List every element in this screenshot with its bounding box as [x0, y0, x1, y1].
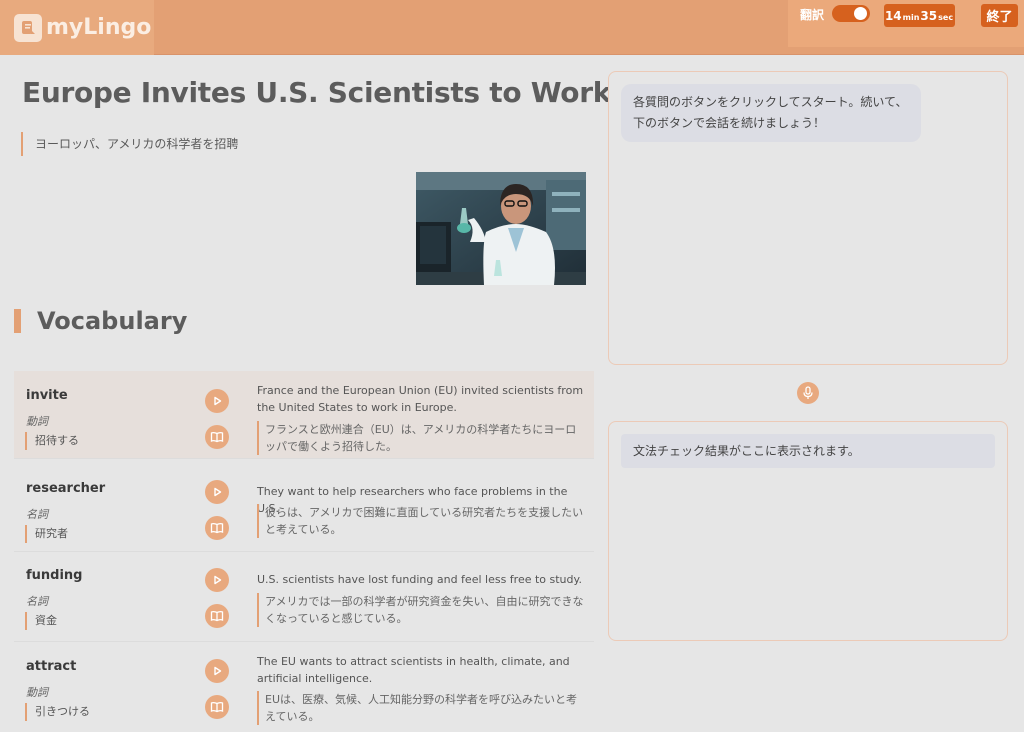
vocab-word: funding — [26, 568, 83, 583]
translate-label: 翻訳 — [800, 8, 825, 22]
book-icon — [210, 610, 224, 622]
vocab-part-of-speech: 名詞 — [26, 595, 48, 608]
play-icon — [214, 575, 222, 585]
conversation-panel[interactable]: 各質問のボタンをクリックしてスタート。続いて、下のボタンで会話を続けましょう！ — [608, 71, 1008, 365]
session-timer: 14 min 35 sec — [884, 4, 955, 27]
vocabulary-list: invite 動詞 招待する France and the European U… — [14, 371, 594, 732]
play-icon — [214, 396, 222, 406]
vocab-part-of-speech: 動詞 — [26, 415, 48, 428]
book-icon — [210, 701, 224, 713]
grammar-result: 文法チェック結果がここに表示されます。 — [621, 434, 995, 468]
vocab-word: attract — [26, 659, 77, 674]
translate-toggle[interactable] — [832, 5, 870, 22]
example-translation: EUは、医療、気候、人工知能分野の科学者を呼び込みたいと考えている。 — [257, 691, 587, 725]
article-title: Europe Invites U.S. Scientists to Work — [22, 76, 612, 109]
vocab-meaning: 招待する — [25, 432, 79, 450]
example-sentence: France and the European Union (EU) invit… — [257, 384, 584, 414]
grammar-check-panel: 文法チェック結果がここに表示されます。 — [608, 421, 1008, 641]
example-translation: アメリカでは一部の科学者が研究資金を失い、自由に研究できなくなっていると感じてい… — [257, 593, 587, 627]
microphone-icon — [803, 386, 813, 399]
play-icon — [214, 666, 222, 676]
vocab-row: invite 動詞 招待する France and the European U… — [14, 371, 594, 459]
vocabulary-title: Vocabulary — [37, 307, 188, 335]
book-icon — [210, 522, 224, 534]
app-logo[interactable]: myLingo — [0, 0, 154, 55]
timer-seconds: 35 — [920, 9, 938, 23]
vocab-meaning: 研究者 — [25, 525, 68, 543]
end-button[interactable]: 終了 — [981, 4, 1018, 27]
timer-minutes: 14 — [884, 9, 902, 23]
dictionary-button[interactable] — [205, 695, 229, 719]
app-name: myLingo — [46, 15, 152, 40]
example-translation: 彼らは、アメリカで困難に直面している研究者たちを支援したいと考えている。 — [257, 504, 587, 538]
timer-min-unit: min — [902, 13, 920, 22]
article-photo — [416, 172, 586, 285]
example-translation: フランスと欧州連合（EU）は、アメリカの科学者たちにヨーロッパで働くよう招待した… — [257, 421, 587, 455]
article-subtitle: ヨーロッパ、アメリカの科学者を招聘 — [21, 132, 238, 156]
vocab-part-of-speech: 名詞 — [26, 508, 48, 521]
dictionary-button[interactable] — [205, 604, 229, 628]
toggle-knob — [854, 7, 867, 20]
vocab-row: researcher 名詞 研究者 They want to help rese… — [14, 464, 594, 552]
vocab-word: researcher — [26, 481, 106, 496]
play-audio-button[interactable] — [205, 389, 229, 413]
dictionary-button[interactable] — [205, 516, 229, 540]
logo-icon — [14, 13, 42, 42]
heading-accent-bar — [14, 309, 21, 333]
dictionary-button[interactable] — [205, 425, 229, 449]
vocab-meaning: 引きつける — [25, 703, 90, 721]
vocab-word: invite — [26, 388, 68, 403]
vocab-row: funding 名詞 資金 U.S. scientists have lost … — [14, 554, 594, 642]
play-audio-button[interactable] — [205, 568, 229, 592]
play-icon — [214, 487, 222, 497]
vocab-meaning: 資金 — [25, 612, 57, 630]
example-sentence: The EU wants to attract scientists in he… — [257, 655, 570, 685]
book-icon — [210, 431, 224, 443]
example-sentence: U.S. scientists have lost funding and fe… — [257, 573, 582, 586]
timer-sec-unit: sec — [938, 13, 954, 22]
vocabulary-heading: Vocabulary — [14, 307, 188, 335]
vocab-row: attract 動詞 引きつける The EU wants to attract… — [14, 643, 594, 731]
play-audio-button[interactable] — [205, 480, 229, 504]
vocab-part-of-speech: 動詞 — [26, 686, 48, 699]
microphone-button[interactable] — [797, 382, 819, 404]
play-audio-button[interactable] — [205, 659, 229, 683]
assistant-message: 各質問のボタンをクリックしてスタート。続いて、下のボタンで会話を続けましょう！ — [621, 84, 921, 142]
